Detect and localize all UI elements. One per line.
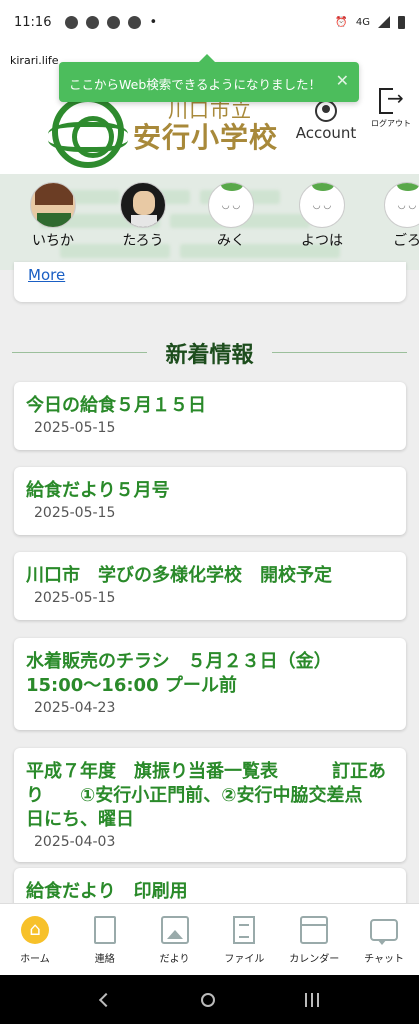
character-goro[interactable]: ごろ [376, 182, 419, 250]
home-icon [20, 916, 49, 944]
news-title: 給食だより 印刷用 [26, 881, 188, 902]
character-name: いちか [32, 233, 74, 249]
news-date: 2025-04-23 [34, 700, 116, 716]
url-text: kirari.life [10, 54, 59, 67]
calendar-icon [300, 916, 329, 944]
status-bar: 11:16 • ⏰ 4G [0, 0, 419, 44]
system-nav-bar [0, 975, 419, 1024]
image-icon [160, 916, 189, 944]
nav-label: ホーム [20, 954, 50, 965]
home-circle-icon[interactable] [200, 992, 215, 1007]
sheep-avatar-icon [384, 182, 419, 228]
nav-newsletter[interactable]: だより [140, 904, 210, 975]
more-link[interactable]: More [28, 266, 65, 284]
file-icon [233, 916, 256, 944]
bottom-nav: ホーム 連絡 だより ファイル カレンダー チャット [0, 903, 419, 975]
facebook-icon [65, 15, 79, 29]
sheep-avatar-icon [208, 182, 254, 228]
nav-label: 連絡 [94, 954, 115, 965]
news-title: 川口市 学びの多様化学校 開校予定 [26, 565, 332, 586]
more-dot-icon: • [149, 14, 158, 30]
news-title: 平成７年度 旗振り当番一覧表 訂正あり ①安行小正門前、②安行中脇交差点 日にち… [26, 761, 386, 830]
recents-icon[interactable] [304, 992, 319, 1007]
news-item[interactable]: 今日の給食５月１５日 2025-05-15 [14, 382, 406, 450]
news-item[interactable]: 給食だより５月号 2025-05-15 [14, 467, 406, 535]
nav-contact[interactable]: 連絡 [70, 904, 140, 975]
web-search-toast: ここからWeb検索できるようになりました！ ✕ [59, 54, 359, 102]
network-label: 4G [355, 16, 370, 28]
news-item[interactable]: 平成７年度 旗振り当番一覧表 訂正あり ①安行小正門前、②安行中脇交差点 日にち… [14, 748, 406, 862]
school-name: 安行小学校 [133, 121, 279, 154]
nav-label: チャット [364, 954, 404, 965]
nav-chat[interactable]: チャット [349, 904, 419, 975]
messenger-icon [86, 15, 100, 29]
character-ichika[interactable]: いちか [22, 182, 84, 250]
status-right: ⏰ 4G [335, 15, 405, 29]
news-date: 2025-04-03 [34, 834, 116, 850]
more-card: More [14, 262, 406, 302]
character-taro[interactable]: たろう [112, 182, 174, 250]
character-miku[interactable]: みく [200, 182, 262, 250]
news-item[interactable]: 川口市 学びの多様化学校 開校予定 2025-05-15 [14, 552, 406, 620]
logout-button[interactable]: ログアウト [366, 86, 416, 129]
logout-label: ログアウト [371, 119, 411, 128]
notebook-icon [93, 916, 116, 944]
character-yotsuha[interactable]: よつは [291, 182, 353, 250]
nav-label: だより [159, 954, 190, 965]
school-emblem-logo [48, 96, 128, 168]
status-time: 11:16 [14, 14, 52, 30]
toast-close-button[interactable]: ✕ [336, 71, 349, 90]
news-item[interactable]: 水着販売のチラシ ５月２３日（金）15:00〜16:00 プール前 2025-0… [14, 638, 406, 730]
news-title: 水着販売のチラシ ５月２３日（金）15:00〜16:00 プール前 [26, 651, 332, 696]
character-name: みく [217, 233, 245, 249]
divider-right [272, 352, 407, 353]
girl-avatar-icon [30, 182, 76, 228]
news-section-title: 新着情報 [165, 343, 254, 368]
info-icon [107, 15, 121, 29]
battery-icon [398, 15, 405, 29]
sheep-avatar-icon [299, 182, 345, 228]
character-name: たろう [122, 233, 164, 249]
account-label: Account [295, 124, 357, 142]
news-item[interactable]: 給食だより 印刷用 [14, 868, 406, 908]
character-name: よつは [301, 233, 343, 249]
boy-avatar-icon [120, 182, 166, 228]
youtube-icon [128, 15, 142, 29]
nav-label: ファイル [224, 954, 265, 965]
character-bar: いちか たろう みく よつは ごろ [0, 174, 419, 270]
news-date: 2025-05-15 [34, 420, 116, 436]
chat-icon [370, 919, 399, 945]
nav-home[interactable]: ホーム [0, 904, 70, 975]
news-title: 給食だより５月号 [26, 480, 170, 501]
signal-icon [378, 16, 390, 28]
account-button[interactable]: Account [294, 100, 358, 142]
nav-files[interactable]: ファイル [209, 904, 279, 975]
notification-icons: • [65, 15, 157, 30]
character-name: ごろ [393, 233, 419, 249]
account-icon [315, 100, 337, 122]
news-title: 今日の給食５月１５日 [26, 395, 206, 416]
nav-calendar[interactable]: カレンダー [279, 904, 349, 975]
nav-label: カレンダー [289, 954, 340, 965]
logout-icon [379, 86, 404, 114]
news-date: 2025-05-15 [34, 590, 116, 606]
toast-message: ここからWeb検索できるようになりました！ [69, 77, 322, 92]
news-date: 2025-05-15 [34, 505, 116, 521]
alarm-icon: ⏰ [335, 16, 348, 28]
back-icon[interactable] [98, 992, 113, 1007]
